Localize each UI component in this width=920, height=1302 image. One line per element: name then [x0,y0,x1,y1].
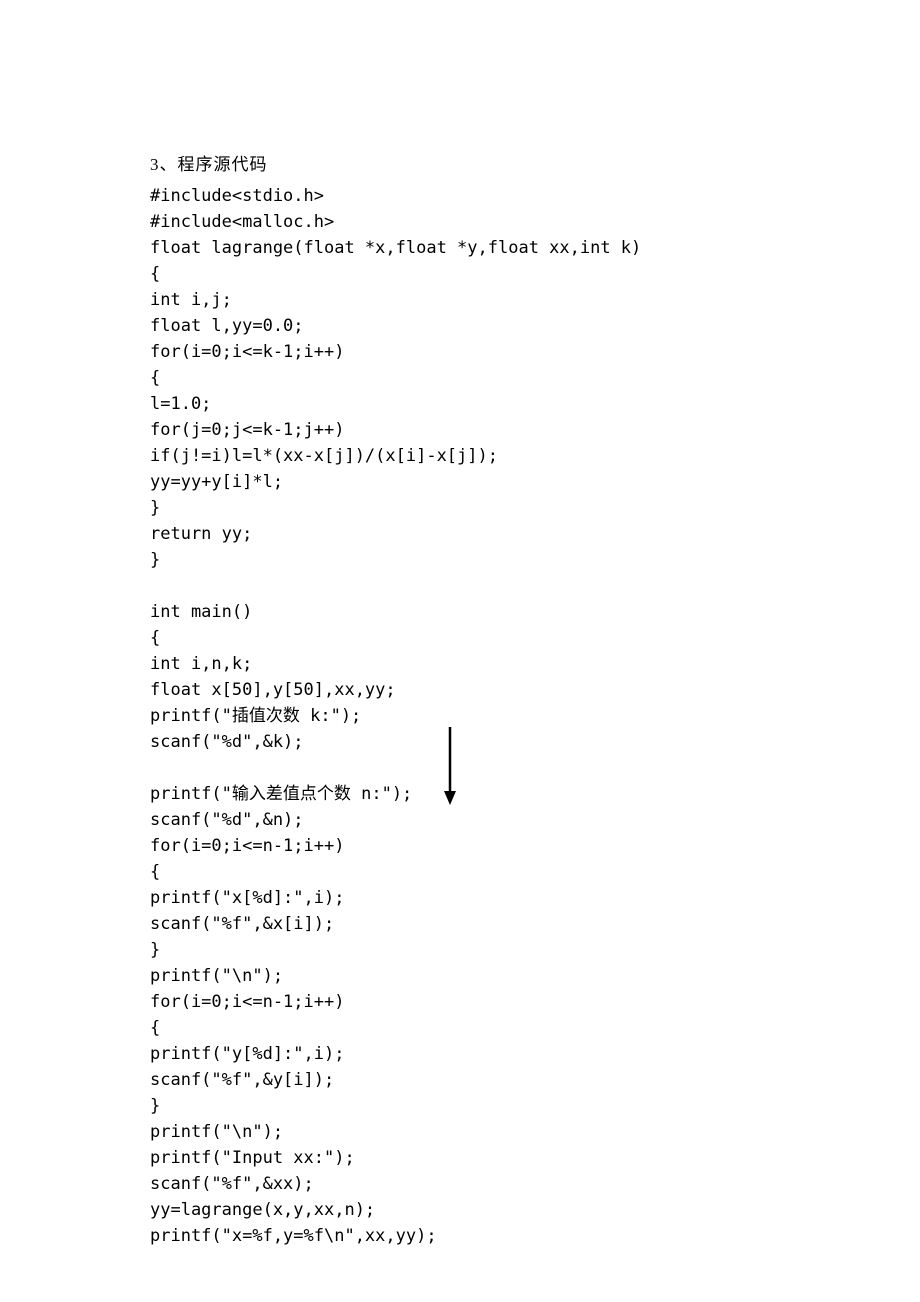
source-code-block: #include<stdio.h> #include<malloc.h> flo… [150,183,770,1249]
code-wrapper: #include<stdio.h> #include<malloc.h> flo… [150,183,770,1249]
document-page: 3、程序源代码 #include<stdio.h> #include<mallo… [0,0,770,1249]
section-heading: 3、程序源代码 [150,150,770,175]
